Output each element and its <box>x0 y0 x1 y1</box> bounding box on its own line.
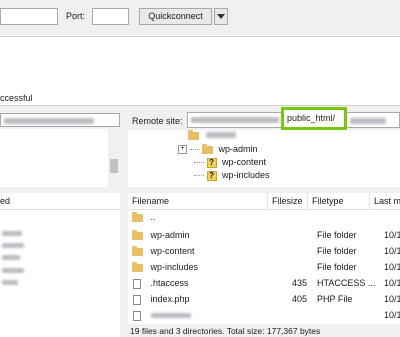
file-name: wp-admin <box>150 230 190 240</box>
file-modified: 10/1 <box>384 230 400 240</box>
file-name: wp-content <box>150 246 195 256</box>
folder-icon <box>132 229 143 240</box>
remote-path-suffix <box>350 118 386 124</box>
file-row-parent[interactable]: .. <box>128 211 400 224</box>
column-filetype[interactable]: Filetype <box>308 193 370 209</box>
expand-plus-icon[interactable]: + <box>178 145 187 155</box>
tree-parent-label <box>205 132 236 138</box>
file-name: .. <box>150 212 156 222</box>
folder-icon <box>132 245 143 256</box>
column-last-modified[interactable]: Last m <box>370 193 400 209</box>
file-type: File folder <box>317 246 357 256</box>
local-row[interactable] <box>2 231 22 236</box>
local-row[interactable] <box>2 243 24 248</box>
remote-list-header: Filename Filesize Filetype Last m <box>128 193 400 210</box>
local-column-filename[interactable]: ed <box>0 196 10 206</box>
file-modified: 10/1 <box>384 278 400 288</box>
port-input[interactable] <box>92 8 129 25</box>
remote-path-highlight[interactable]: public_html/ <box>281 107 347 130</box>
scrollbar-thumb[interactable] <box>110 159 118 173</box>
message-log: ccessful <box>0 36 400 106</box>
host-input[interactable] <box>0 8 58 25</box>
file-icon <box>133 310 141 321</box>
file-size: 405 <box>292 294 308 304</box>
remote-path-prefix <box>191 117 279 123</box>
local-list-header[interactable]: ed <box>0 193 120 210</box>
local-site-path[interactable] <box>0 113 120 127</box>
folder-icon <box>132 261 143 272</box>
file-type: File folder <box>317 230 357 240</box>
file-row-wp-content[interactable]: wp-content File folder 10/1 <box>128 245 400 258</box>
file-modified: 10/1 <box>384 310 400 320</box>
file-type: HTACCESS ... <box>317 278 376 288</box>
file-name: .htaccess <box>150 278 189 288</box>
folder-icon <box>202 143 214 154</box>
local-path-text <box>4 118 94 124</box>
folder-icon <box>132 211 143 222</box>
local-tree <box>0 129 120 187</box>
file-row-htaccess[interactable]: .htaccess 435 HTACCESS ... 10/1 <box>128 277 400 290</box>
folder-icon <box>188 129 199 140</box>
remote-path-highlight-text: public_html/ <box>287 113 336 123</box>
tree-item-wp-content[interactable]: ? wp-content <box>194 156 400 169</box>
remote-file-list: Filename Filesize Filetype Last m .. wp-… <box>128 193 400 324</box>
quickconnect-dropdown-button[interactable] <box>214 8 228 25</box>
local-row[interactable] <box>2 280 18 285</box>
column-filesize[interactable]: Filesize <box>268 193 308 209</box>
file-name: index.php <box>150 294 190 304</box>
file-modified: 10/1 <box>384 262 400 272</box>
port-label: Port: <box>66 11 86 21</box>
local-tree-scrollbar[interactable] <box>108 129 120 187</box>
log-line: ccessful <box>0 93 33 103</box>
file-type: PHP File <box>317 294 353 304</box>
file-row-index-php[interactable]: index.php 405 PHP File 10/1 <box>128 293 400 306</box>
tree-item-wp-admin[interactable]: + wp-admin <box>178 143 400 156</box>
tree-item-wp-includes[interactable]: ? wp-includes <box>194 169 400 182</box>
tree-item-parent[interactable] <box>188 129 400 142</box>
column-filename[interactable]: Filename <box>128 193 268 209</box>
local-row[interactable] <box>2 255 20 260</box>
quickconnect-button[interactable]: Quickconnect <box>139 8 212 25</box>
triangle-down-icon <box>217 14 225 19</box>
question-icon: ? <box>206 157 217 168</box>
tree-item-label: wp-includes <box>222 170 270 180</box>
local-row[interactable] <box>2 268 24 273</box>
remote-tree: + wp-admin ? wp-content ? wp-includes <box>128 129 400 187</box>
question-icon: ? <box>206 170 217 181</box>
remote-status-text: 19 files and 3 directories. Total size: … <box>130 326 321 336</box>
file-icon <box>133 294 141 305</box>
file-name: wp-includes <box>150 262 199 272</box>
file-modified: 10/1 <box>384 294 400 304</box>
quickconnect-button-label: Quickconnect <box>148 11 203 21</box>
tree-item-label: wp-content <box>222 157 267 167</box>
tree-item-label: wp-admin <box>218 144 258 154</box>
quickconnect-bar: Port: Quickconnect <box>0 0 400 34</box>
file-row-partial[interactable]: 10/1 <box>128 309 400 322</box>
file-type: File folder <box>317 262 357 272</box>
file-size: 435 <box>292 278 308 288</box>
remote-site-label: Remote site: <box>132 116 183 126</box>
remote-status-bar: 19 files and 3 directories. Total size: … <box>128 325 400 337</box>
file-row-wp-admin[interactable]: wp-admin File folder 10/1 <box>128 229 400 242</box>
file-row-wp-includes[interactable]: wp-includes File folder 10/1 <box>128 261 400 274</box>
local-file-list: ed <box>0 193 120 337</box>
file-name <box>150 313 191 318</box>
file-modified: 10/1 <box>384 246 400 256</box>
file-icon <box>133 278 141 289</box>
